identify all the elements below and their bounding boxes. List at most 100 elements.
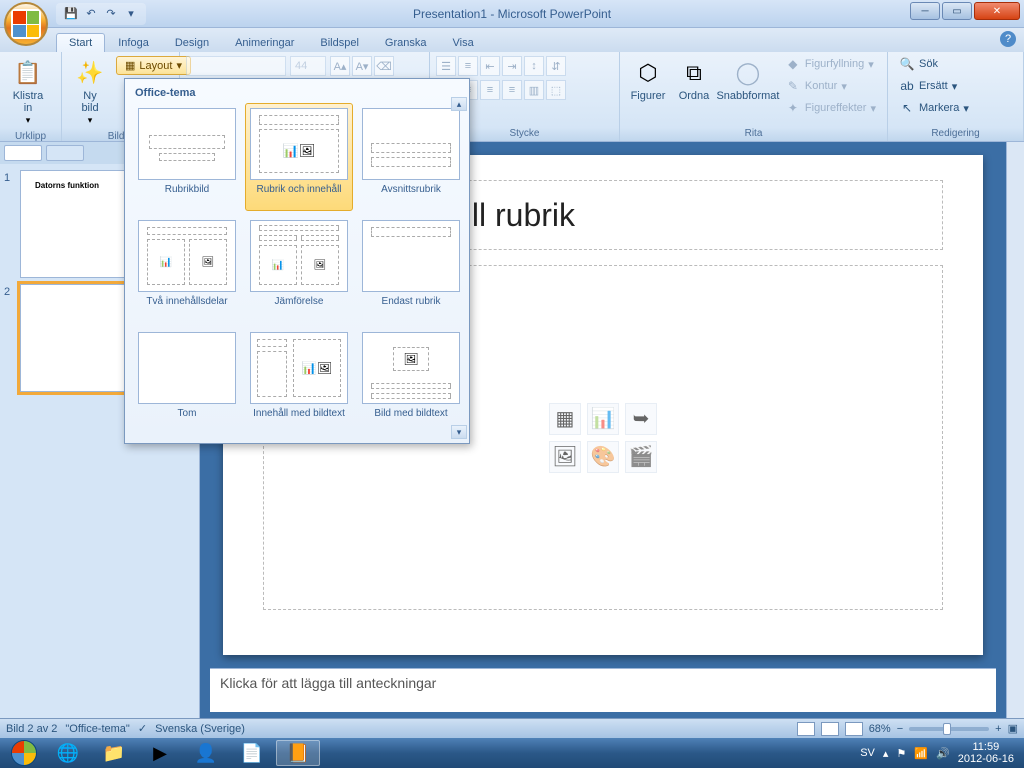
gallery-scroll-down[interactable]: ▾ bbox=[451, 425, 467, 439]
normal-view-button[interactable] bbox=[797, 722, 815, 736]
insert-table-icon[interactable]: ▦ bbox=[549, 403, 581, 435]
taskbar-powerpoint[interactable]: 📙 bbox=[276, 740, 320, 766]
paste-button[interactable]: 📋 Klistra in ▾ bbox=[6, 54, 50, 129]
decrease-font-icon[interactable]: A▾ bbox=[352, 56, 372, 76]
select-button[interactable]: ↖Markera▾ bbox=[894, 98, 974, 118]
tray-flag-icon[interactable]: ⚑ bbox=[896, 747, 906, 760]
slideshow-view-button[interactable] bbox=[845, 722, 863, 736]
new-slide-button[interactable]: ✨ Ny bild ▾ bbox=[68, 54, 112, 129]
layout-bild-med-bildtext[interactable]: 🖼 Bild med bildtext bbox=[357, 327, 465, 435]
zoom-in-button[interactable]: + bbox=[995, 723, 1001, 735]
zoom-slider[interactable] bbox=[909, 727, 989, 731]
replace-icon: ab bbox=[899, 78, 915, 94]
gallery-item-label: Innehåll med bildtext bbox=[253, 408, 345, 430]
layout-tva-innehallsdelar[interactable]: 📊🖼 Två innehållsdelar bbox=[133, 215, 241, 323]
tab-animeringar[interactable]: Animeringar bbox=[222, 33, 307, 52]
slides-tab[interactable] bbox=[4, 145, 42, 161]
gallery-scroll-up[interactable]: ▴ bbox=[451, 97, 467, 111]
text-direction-button[interactable]: ⇵ bbox=[546, 56, 566, 76]
tray-volume-icon[interactable]: 🔊 bbox=[936, 747, 950, 760]
font-family-select[interactable] bbox=[186, 56, 286, 76]
tray-time: 11:59 bbox=[958, 741, 1014, 753]
layout-rubrikbild[interactable]: Rubrikbild bbox=[133, 103, 241, 211]
indent-inc-button[interactable]: ⇥ bbox=[502, 56, 522, 76]
tray-show-hidden-icon[interactable]: ▴ bbox=[883, 747, 889, 760]
close-button[interactable]: ✕ bbox=[974, 2, 1020, 20]
outline-icon: ✎ bbox=[785, 78, 801, 94]
tab-granska[interactable]: Granska bbox=[372, 33, 440, 52]
qat-undo[interactable]: ↶ bbox=[82, 5, 100, 23]
font-size-select[interactable] bbox=[290, 56, 326, 76]
effects-label: Figureffekter bbox=[805, 102, 867, 114]
tray-network-icon[interactable]: 📶 bbox=[914, 747, 928, 760]
status-language[interactable]: Svenska (Sverige) bbox=[155, 723, 245, 735]
justify-button[interactable]: ≡ bbox=[502, 80, 522, 100]
layout-jamforelse[interactable]: 📊🖼 Jämförelse bbox=[245, 215, 353, 323]
taskbar-app1[interactable]: 👤 bbox=[184, 740, 228, 766]
qat-customize[interactable]: ▾ bbox=[122, 5, 140, 23]
indent-dec-button[interactable]: ⇤ bbox=[480, 56, 500, 76]
bullets-button[interactable]: ☰ bbox=[436, 56, 456, 76]
zoom-level[interactable]: 68% bbox=[869, 723, 891, 735]
notes-pane[interactable]: Klicka för att lägga till anteckningar bbox=[210, 668, 996, 712]
fit-window-button[interactable]: ▣ bbox=[1008, 722, 1018, 735]
numbering-button[interactable]: ≡ bbox=[458, 56, 478, 76]
insert-smartart-icon[interactable]: ➥ bbox=[625, 403, 657, 435]
tab-infoga[interactable]: Infoga bbox=[105, 33, 162, 52]
taskbar-mediaplayer[interactable]: ▶ bbox=[138, 740, 182, 766]
spellcheck-icon[interactable]: ✓ bbox=[138, 722, 147, 735]
thumb-1-title: Datorns funktion bbox=[35, 181, 99, 190]
quick-access-toolbar: 💾 ↶ ↷ ▾ bbox=[56, 3, 146, 25]
find-button[interactable]: 🔍Sök bbox=[894, 54, 974, 74]
select-icon: ↖ bbox=[899, 100, 915, 116]
insert-picture-icon[interactable]: 🖼 bbox=[549, 441, 581, 473]
tab-bildspel[interactable]: Bildspel bbox=[307, 33, 372, 52]
office-button[interactable] bbox=[4, 2, 48, 46]
quickstyles-button[interactable]: ◯ Snabbformat bbox=[718, 54, 778, 105]
sorter-view-button[interactable] bbox=[821, 722, 839, 736]
arrange-button[interactable]: ⧉ Ordna bbox=[672, 54, 716, 105]
tab-start[interactable]: Start bbox=[56, 33, 105, 52]
replace-button[interactable]: abErsätt▾ bbox=[894, 76, 974, 96]
minimize-button[interactable]: ─ bbox=[910, 2, 940, 20]
tray-language[interactable]: SV bbox=[860, 747, 875, 759]
layout-icon: ▦ bbox=[125, 59, 135, 72]
zoom-out-button[interactable]: − bbox=[897, 723, 903, 735]
align-right-button[interactable]: ≡ bbox=[480, 80, 500, 100]
shape-outline-button[interactable]: ✎Kontur▾ bbox=[780, 76, 881, 96]
paste-label: Klistra in bbox=[13, 90, 44, 114]
tab-design[interactable]: Design bbox=[162, 33, 222, 52]
shape-fill-button[interactable]: ◆Figurfyllning▾ bbox=[780, 54, 881, 74]
layout-tom[interactable]: Tom bbox=[133, 327, 241, 435]
shape-effects-button[interactable]: ✦Figureffekter▾ bbox=[780, 98, 881, 118]
layout-endast-rubrik[interactable]: Endast rubrik bbox=[357, 215, 465, 323]
clear-format-icon[interactable]: ⌫ bbox=[374, 56, 394, 76]
qat-redo[interactable]: ↷ bbox=[102, 5, 120, 23]
start-button[interactable] bbox=[4, 738, 44, 768]
taskbar-explorer[interactable]: 📁 bbox=[92, 740, 136, 766]
arrange-label: Ordna bbox=[679, 90, 710, 102]
layout-rubrik-och-innehall[interactable]: 📊🖼 Rubrik och innehåll bbox=[245, 103, 353, 211]
line-spacing-button[interactable]: ↕ bbox=[524, 56, 544, 76]
layout-innehall-med-bildtext[interactable]: 📊🖼 Innehåll med bildtext bbox=[245, 327, 353, 435]
vertical-scrollbar[interactable] bbox=[1006, 142, 1024, 718]
layout-avsnittsrubrik[interactable]: Avsnittsrubrik bbox=[357, 103, 465, 211]
outline-tab[interactable] bbox=[46, 145, 84, 161]
insert-chart-icon[interactable]: 📊 bbox=[587, 403, 619, 435]
tray-clock[interactable]: 11:59 2012-06-16 bbox=[958, 741, 1014, 765]
smartart-button[interactable]: ⬚ bbox=[546, 80, 566, 100]
insert-media-icon[interactable]: 🎬 bbox=[625, 441, 657, 473]
shapes-button[interactable]: ⬡ Figurer bbox=[626, 54, 670, 105]
qat-save[interactable]: 💾 bbox=[62, 5, 80, 23]
clipboard-icon: 📋 bbox=[12, 57, 44, 89]
insert-clipart-icon[interactable]: 🎨 bbox=[587, 441, 619, 473]
ribbon-tabs: Start Infoga Design Animeringar Bildspel… bbox=[0, 28, 1024, 52]
maximize-button[interactable]: ▭ bbox=[942, 2, 972, 20]
columns-button[interactable]: ▥ bbox=[524, 80, 544, 100]
chevron-down-icon: ▾ bbox=[868, 58, 874, 71]
increase-font-icon[interactable]: A▴ bbox=[330, 56, 350, 76]
tab-visa[interactable]: Visa bbox=[440, 33, 487, 52]
taskbar-ie[interactable]: 🌐 bbox=[46, 740, 90, 766]
taskbar-word[interactable]: 📄 bbox=[230, 740, 274, 766]
help-button[interactable]: ? bbox=[1000, 31, 1016, 47]
